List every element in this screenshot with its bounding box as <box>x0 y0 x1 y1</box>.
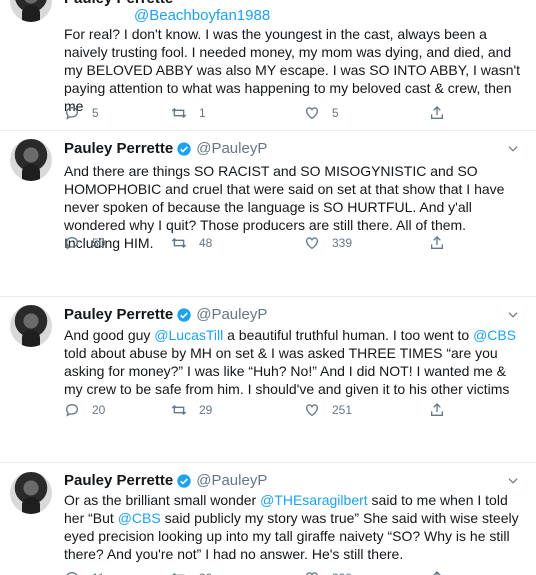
tweet: Pauley Perrette @PauleyP And good guy @L… <box>0 297 536 462</box>
tweet: Pauley Perrette @PauleyP Or as the brill… <box>0 463 536 575</box>
heart-icon <box>306 572 318 575</box>
share-icon <box>431 403 443 416</box>
mention-link[interactable]: @CBS <box>473 327 516 343</box>
reply-count: 50 <box>92 236 106 250</box>
verified-badge-icon <box>177 308 191 322</box>
tweet-text: And good guy @LucasTill a beautiful trut… <box>64 326 524 398</box>
share-button[interactable] <box>429 103 445 123</box>
reply-icon <box>65 236 79 250</box>
chevron-down-icon[interactable] <box>506 308 520 322</box>
verified-badge-icon <box>177 142 191 156</box>
display-name[interactable]: Pauley Perrette <box>64 305 173 325</box>
retweet-button[interactable]: 29 <box>171 400 212 420</box>
reply-button[interactable]: 5 <box>64 103 99 123</box>
user-handle[interactable]: @PauleyP <box>196 305 267 325</box>
tweet-header: Pauley Perrette @PauleyP <box>64 471 267 491</box>
reply-button[interactable]: 20 <box>64 400 105 420</box>
mention-link[interactable]: @THEsaragilbert <box>260 492 368 508</box>
like-count: 5 <box>332 106 339 120</box>
user-handle[interactable]: @PauleyP <box>196 139 267 159</box>
retweet-icon <box>171 108 187 118</box>
retweet-button[interactable]: 48 <box>171 233 212 253</box>
reply-icon <box>65 403 79 417</box>
retweet-count: 30 <box>199 571 212 575</box>
avatar[interactable] <box>10 472 52 514</box>
heart-icon <box>306 237 318 250</box>
like-button[interactable]: 251 <box>304 400 352 420</box>
like-button[interactable]: 339 <box>304 233 352 253</box>
tweet-text-segment: For real? I don't know. I was the younge… <box>64 26 521 114</box>
tweet-actions: 11 30 339 <box>64 568 524 575</box>
tweet-actions: 50 48 339 <box>64 233 524 253</box>
avatar[interactable] <box>10 139 52 181</box>
like-button[interactable]: 339 <box>304 568 352 575</box>
tweet: Pauley Perrette @Beachboyfan1988 For rea… <box>0 0 536 130</box>
retweet-button[interactable]: 30 <box>171 568 212 575</box>
tweet-text-segment: told about abuse by MH on set & I was as… <box>64 345 510 397</box>
retweet-count: 29 <box>199 403 213 417</box>
chevron-down-icon[interactable] <box>506 142 520 156</box>
reply-to-link[interactable]: @Beachboyfan1988 <box>134 6 270 26</box>
retweet-count: 48 <box>199 236 213 250</box>
reply-count: 20 <box>92 403 106 417</box>
share-button[interactable] <box>429 233 445 253</box>
share-icon <box>431 236 443 249</box>
retweet-icon <box>171 405 187 415</box>
share-icon <box>431 106 443 119</box>
avatar[interactable] <box>10 0 52 22</box>
retweet-count: 1 <box>199 106 206 120</box>
share-button[interactable] <box>429 400 445 420</box>
tweet-text: For real? I don't know. I was the younge… <box>64 25 524 115</box>
reply-button[interactable]: 11 <box>64 568 104 575</box>
reply-icon <box>65 106 79 120</box>
tweet-text: Or as the brilliant small wonder @THEsar… <box>64 491 524 563</box>
chevron-down-icon[interactable] <box>506 474 520 488</box>
reply-count: 11 <box>92 571 104 575</box>
reply-icon <box>66 571 78 575</box>
mention-link[interactable]: @CBS <box>118 510 161 526</box>
tweet-header: Pauley Perrette @PauleyP <box>64 139 267 159</box>
share-button[interactable] <box>429 568 445 575</box>
heart-icon <box>306 107 318 120</box>
retweet-button[interactable]: 1 <box>171 103 206 123</box>
verified-badge-icon <box>177 474 191 488</box>
tweet-actions: 5 1 5 <box>64 103 524 123</box>
tweet-text-segment: a beautiful truthful human. I too went t… <box>223 327 474 343</box>
retweet-icon <box>172 573 185 575</box>
reply-count: 5 <box>92 106 99 120</box>
avatar[interactable] <box>10 305 52 347</box>
like-count: 251 <box>332 403 353 417</box>
tweet: Pauley Perrette @PauleyP And there are t… <box>0 131 536 296</box>
tweet-text-segment: And good guy <box>64 327 155 343</box>
like-button[interactable]: 5 <box>304 103 339 123</box>
heart-icon <box>306 404 318 417</box>
display-name[interactable]: Pauley Perrette <box>64 139 173 159</box>
tweet-actions: 20 29 251 <box>64 400 524 420</box>
like-count: 339 <box>332 236 353 250</box>
reply-button[interactable]: 50 <box>64 233 105 253</box>
tweet-header: Pauley Perrette @PauleyP <box>64 305 267 325</box>
retweet-icon <box>171 238 187 248</box>
tweet-text-segment: Or as the brilliant small wonder <box>64 492 261 508</box>
display-name[interactable]: Pauley Perrette <box>64 471 173 491</box>
user-handle[interactable]: @PauleyP <box>196 471 267 491</box>
share-icon <box>433 571 441 575</box>
like-count: 339 <box>332 571 352 575</box>
mention-link[interactable]: @LucasTill <box>154 327 223 343</box>
